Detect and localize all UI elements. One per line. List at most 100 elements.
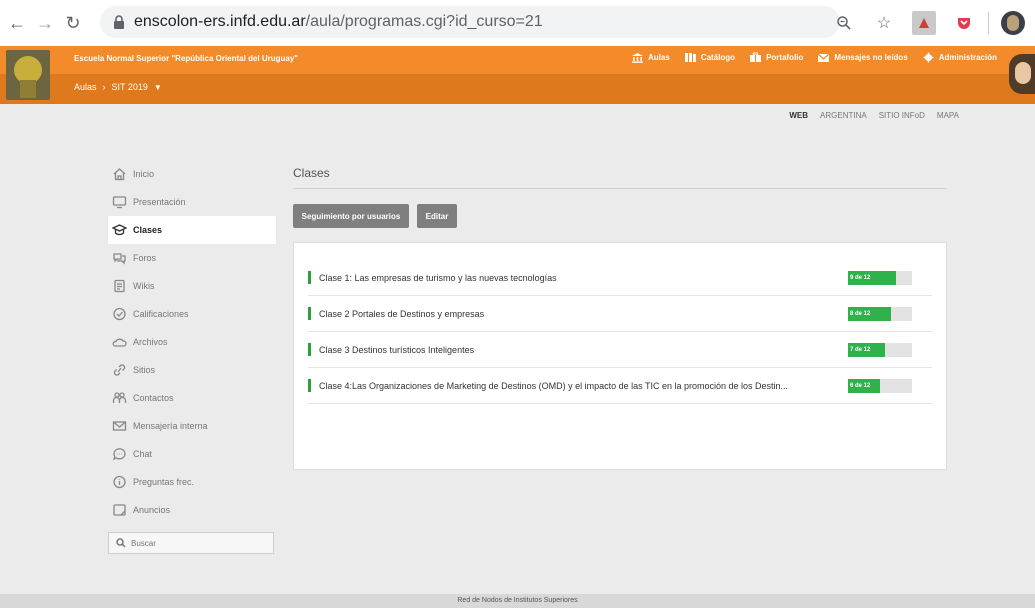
reload-icon[interactable]: ↻ (62, 12, 84, 34)
sidebar-item-sitios[interactable]: Sitios (108, 356, 276, 384)
link-sitio-infod[interactable]: SITIO INFoD (879, 111, 925, 120)
pdf-extension-icon[interactable] (912, 11, 936, 35)
sidebar-item-label: Archivos (133, 337, 168, 347)
progress-fill: 6 de 12 (848, 379, 880, 393)
zoom-icon[interactable] (832, 11, 856, 35)
class-title[interactable]: Clase 4:Las Organizaciones de Marketing … (319, 381, 859, 391)
nav-item-mensajes[interactable]: Mensajes no leídos (817, 52, 908, 63)
class-marker (308, 307, 311, 320)
url-host: enscolon-ers.infd.edu.ar (134, 13, 306, 30)
pocket-extension-icon[interactable] (952, 11, 976, 35)
browser-profile-avatar[interactable] (1001, 11, 1025, 35)
chevron-down-icon[interactable]: ▼ (154, 83, 162, 92)
sidebar-item-label: Chat (133, 449, 153, 459)
top-navigation: Aulas Catálogo Portafolio Mensajes no le… (631, 52, 997, 63)
class-row[interactable]: Clase 3 Destinos turísticos Inteligentes… (308, 332, 932, 368)
sidebar-item-label: Presentación (133, 197, 186, 207)
sidebar-item-clases[interactable]: Clases (108, 216, 276, 244)
nav-item-portafolio[interactable]: Portafolio (749, 52, 803, 63)
class-progress: 9 de 12 (848, 271, 912, 285)
sidebar-item-label: Contactos (133, 393, 174, 403)
link-mapa[interactable]: MAPA (937, 111, 959, 120)
lock-icon (114, 15, 124, 29)
chat-bubbles-icon (113, 253, 126, 265)
sidebar-item-label: Preguntas frec. (133, 477, 195, 487)
edit-button[interactable]: Editar (417, 204, 457, 228)
link-icon (113, 364, 126, 376)
announcement-icon (113, 504, 126, 516)
sidebar-item-chat[interactable]: Chat (108, 440, 276, 468)
progress-fill: 8 de 12 (848, 307, 891, 321)
contacts-icon (112, 392, 127, 403)
seguimiento-button[interactable]: Seguimiento por usuarios (293, 204, 409, 228)
nav-item-administracion[interactable]: Administración (922, 52, 997, 63)
sidebar-item-label: Calificaciones (133, 309, 189, 319)
progress-fill: 9 de 12 (848, 271, 896, 285)
breadcrumb: Aulas › SIT 2019 ▼ (74, 82, 162, 92)
nav-label: Portafolio (766, 53, 804, 62)
graduation-cap-icon (112, 224, 127, 236)
class-row[interactable]: Clase 4:Las Organizaciones de Marketing … (308, 368, 932, 404)
check-circle-icon (113, 307, 126, 321)
toolbar-divider (988, 12, 989, 34)
class-progress: 7 de 12 (848, 343, 912, 357)
back-arrow-icon[interactable]: ← (6, 12, 28, 34)
envelope-icon (112, 421, 127, 431)
books-icon (684, 53, 696, 62)
bookmark-star-icon[interactable]: ☆ (872, 11, 896, 35)
sidebar-item-preguntas[interactable]: Preguntas frec. (108, 468, 276, 496)
class-progress: 8 de 12 (848, 307, 912, 321)
class-marker (308, 343, 311, 356)
nav-item-catalogo[interactable]: Catálogo (684, 52, 735, 63)
search-icon (116, 538, 126, 548)
sidebar-item-wikis[interactable]: Wikis (108, 272, 276, 300)
class-title[interactable]: Clase 2 Portales de Destinos y empresas (319, 309, 859, 319)
info-icon (113, 475, 126, 489)
class-title[interactable]: Clase 1: Las empresas de turismo y las n… (319, 273, 859, 283)
mail-icon (818, 53, 830, 62)
home-icon (113, 168, 126, 181)
title-divider (293, 188, 947, 189)
user-avatar[interactable] (1009, 54, 1035, 94)
sidebar-item-label: Clases (133, 225, 163, 235)
monitor-icon (112, 196, 127, 209)
forward-arrow-icon[interactable]: → (34, 12, 56, 34)
link-argentina[interactable]: ARGENTINA (820, 111, 867, 120)
cloud-icon (112, 338, 127, 347)
sidebar-item-presentacion[interactable]: Presentación (108, 188, 276, 216)
address-bar[interactable]: enscolon-ers.infd.edu.ar/aula/programas.… (100, 6, 840, 38)
class-row[interactable]: Clase 1: Las empresas de turismo y las n… (308, 260, 932, 296)
columns-icon (632, 53, 644, 63)
external-links: WEB ARGENTINA SITIO INFoD MAPA (789, 111, 959, 120)
school-name[interactable]: Escuela Normal Superior "República Orien… (74, 54, 298, 63)
chat-icon (112, 448, 126, 461)
class-marker (308, 271, 311, 284)
breadcrumb-current[interactable]: SIT 2019 (112, 82, 148, 92)
gear-icon (923, 52, 934, 63)
class-title[interactable]: Clase 3 Destinos turísticos Inteligentes (319, 345, 859, 355)
sidebar-item-anuncios[interactable]: Anuncios (108, 496, 276, 524)
sidebar-item-inicio[interactable]: Inicio (108, 160, 276, 188)
school-logo[interactable] (6, 50, 50, 100)
sidebar-item-label: Sitios (133, 365, 156, 375)
nav-label: Aulas (648, 53, 670, 62)
nav-item-aulas[interactable]: Aulas (631, 52, 670, 63)
search-input[interactable]: Buscar (131, 539, 156, 548)
sidebar-item-mensajeria[interactable]: Mensajería interna (108, 412, 276, 440)
sidebar-item-contactos[interactable]: Contactos (108, 384, 276, 412)
site-footer: Red de Nodos de Institutos Superiores (0, 594, 1035, 608)
class-marker (308, 379, 311, 392)
sidebar-item-foros[interactable]: Foros (108, 244, 276, 272)
class-row[interactable]: Clase 2 Portales de Destinos y empresas … (308, 296, 932, 332)
sidebar-search[interactable]: Buscar (108, 532, 274, 554)
breadcrumb-root[interactable]: Aulas (74, 82, 97, 92)
sidebar-item-archivos[interactable]: Archivos (108, 328, 276, 356)
document-icon (114, 279, 125, 293)
link-web[interactable]: WEB (789, 111, 808, 120)
nav-label: Catálogo (700, 53, 736, 62)
classes-card: Clase 1: Las empresas de turismo y las n… (293, 242, 947, 470)
sidebar-item-calificaciones[interactable]: Calificaciones (108, 300, 276, 328)
class-progress: 6 de 12 (848, 379, 912, 393)
briefcase-icon (750, 52, 762, 62)
sidebar-item-label: Foros (133, 253, 157, 263)
